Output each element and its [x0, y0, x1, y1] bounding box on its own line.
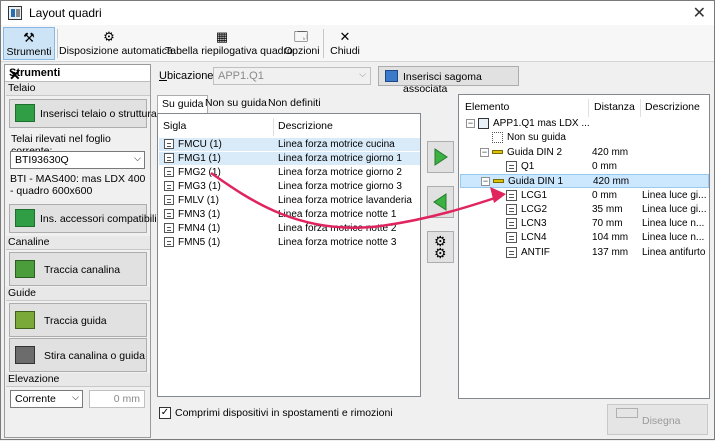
annotation-arrow: [210, 171, 506, 229]
layout-quadri-window: Layout quadri ✕ ⚒ Strumenti ⚙ Disposizio…: [0, 0, 715, 440]
